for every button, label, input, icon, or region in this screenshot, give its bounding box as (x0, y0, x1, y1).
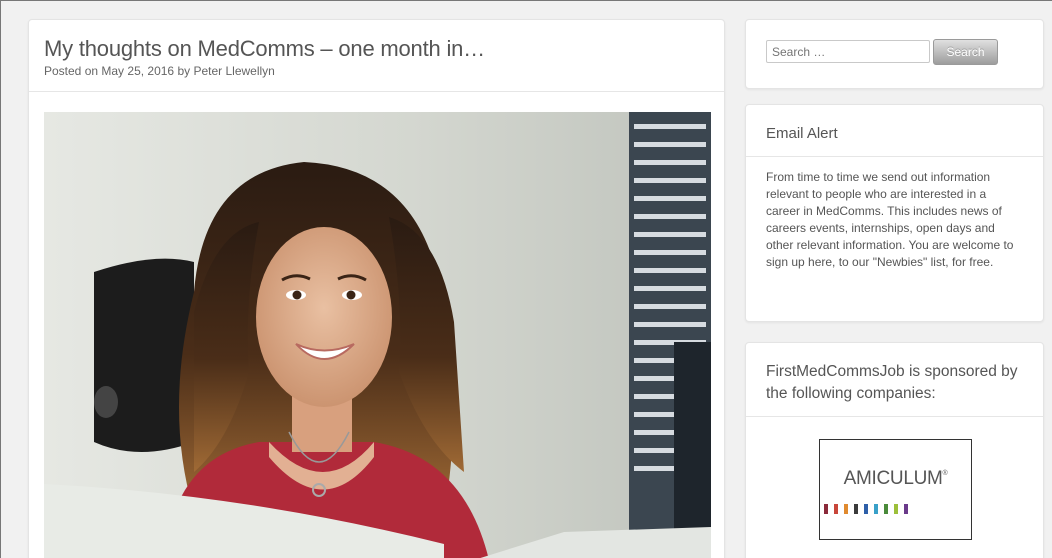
logo-color-bar (864, 504, 868, 514)
logo-name: AMICULUM (843, 468, 943, 489)
article-title[interactable]: My thoughts on MedComms – one month in… (44, 35, 709, 63)
author-link[interactable]: Peter Llewellyn (193, 64, 274, 78)
divider (746, 416, 1043, 417)
article-card: My thoughts on MedComms – one month in… … (28, 19, 725, 558)
article-header: My thoughts on MedComms – one month in… … (29, 20, 724, 92)
logo-color-bar (834, 504, 838, 514)
email-alert-title: Email Alert (766, 125, 838, 142)
article-meta: Posted on May 25, 2016 by Peter Llewelly… (44, 64, 709, 78)
sponsors-widget: FirstMedCommsJob is sponsored by the fol… (745, 342, 1044, 558)
logo-color-bars (824, 504, 908, 514)
email-alert-widget: Email Alert From time to time we send ou… (745, 104, 1044, 322)
logo-color-bar (844, 504, 848, 514)
search-widget: Search (745, 19, 1044, 89)
by-label: by (177, 64, 191, 78)
email-alert-text: From time to time we send out informatio… (766, 170, 1014, 269)
logo-color-bar (904, 504, 908, 514)
search-button[interactable]: Search (933, 39, 998, 65)
logo-color-bar (884, 504, 888, 514)
logo-color-bar (824, 504, 828, 514)
logo-registered-mark: ® (942, 470, 948, 477)
logo-color-bar (894, 504, 898, 514)
amiculum-logo[interactable]: AMICULUM® (819, 439, 972, 540)
search-input[interactable] (766, 40, 930, 63)
post-date-link[interactable]: May 25, 2016 (101, 64, 174, 78)
logo-color-bar (854, 504, 858, 514)
posted-on-label: Posted on (44, 64, 99, 78)
sponsors-title: FirstMedCommsJob is sponsored by the fol… (766, 363, 1018, 402)
logo-color-bar (874, 504, 878, 514)
logo-text: AMICULUM® (820, 468, 971, 490)
featured-image (44, 112, 711, 558)
